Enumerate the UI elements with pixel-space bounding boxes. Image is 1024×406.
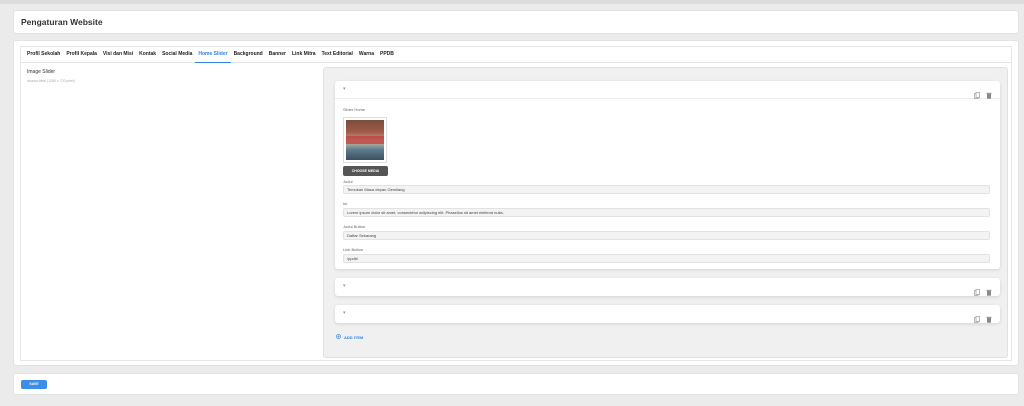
copy-icon[interactable] [974, 310, 980, 328]
slider-item: ▾ [335, 278, 1000, 296]
slider-item-header[interactable]: ▾ [335, 81, 1000, 99]
slider-image-thumbnail [343, 117, 387, 163]
choose-media-button[interactable]: CHOOSE MEDIA [343, 166, 388, 176]
tab-home-slider[interactable]: Home Slider [195, 47, 231, 63]
tab-profil-kepala[interactable]: Profil Kepala [63, 47, 100, 63]
footer-card: SAVE [13, 373, 1019, 395]
save-button[interactable]: SAVE [21, 380, 47, 389]
page-title: Pengaturan Website [21, 17, 103, 27]
trash-icon[interactable] [986, 283, 992, 301]
judul-label: Judul [343, 179, 353, 184]
tab-social-media[interactable]: Social Media [159, 47, 195, 63]
image-slider-label: Image Slider [27, 69, 56, 75]
tab-background[interactable]: Background [231, 47, 266, 63]
tab-bar: Profil Sekolah Profil Kepala Visi dan Mi… [21, 47, 1011, 63]
add-item-button[interactable]: ADD ITEM [336, 334, 363, 340]
image-slider-help: ukuran ideal (1280 x 720 pixel) [27, 79, 75, 83]
tab-ppdb[interactable]: PPDB [377, 47, 397, 63]
tab-kontak[interactable]: Kontak [136, 47, 159, 63]
slider-item: ▾ [335, 305, 1000, 323]
image-field-label: Slider Home [343, 107, 366, 112]
link-button-label: Link Button [343, 247, 364, 252]
add-item-label: ADD ITEM [344, 334, 364, 340]
tab-profil-sekolah[interactable]: Profil Sekolah [24, 47, 63, 63]
slider-item: ▾ Slider Home CHOOSE MEDIA Judul Temukan… [335, 81, 1000, 269]
isi-input[interactable] [343, 208, 990, 217]
plus-circle-icon [336, 334, 341, 340]
chevron-down-icon[interactable]: ▾ [343, 310, 346, 316]
settings-card: Profil Sekolah Profil Kepala Visi dan Mi… [13, 40, 1019, 366]
slider-repeater: ▾ Slider Home CHOOSE MEDIA Judul Temukan… [323, 67, 1008, 358]
link-button-input[interactable] [343, 254, 990, 263]
settings-panel: Profil Sekolah Profil Kepala Visi dan Mi… [20, 46, 1012, 361]
copy-icon[interactable] [974, 283, 980, 301]
judul-button-input[interactable] [343, 231, 990, 240]
tab-link-mitra[interactable]: Link Mitra [289, 47, 319, 63]
chevron-down-icon[interactable]: ▾ [343, 283, 346, 289]
slider-item-header[interactable]: ▾ [335, 278, 1000, 296]
header-card: Pengaturan Website [13, 10, 1019, 34]
tab-visi-dan-misi[interactable]: Visi dan Misi [100, 47, 136, 63]
trash-icon[interactable] [986, 310, 992, 328]
tab-warna[interactable]: Warna [356, 47, 377, 63]
top-strip [0, 0, 1024, 4]
judul-input[interactable] [343, 185, 990, 194]
isi-label: Isi [343, 201, 347, 206]
tab-text-editorial[interactable]: Text Editorial [319, 47, 356, 63]
slider-item-header[interactable]: ▾ [335, 305, 1000, 323]
slider-image [346, 120, 384, 160]
tab-banner[interactable]: Banner [266, 47, 289, 63]
chevron-down-icon[interactable]: ▾ [343, 86, 346, 92]
judul-button-label: Judul Button [343, 224, 366, 229]
